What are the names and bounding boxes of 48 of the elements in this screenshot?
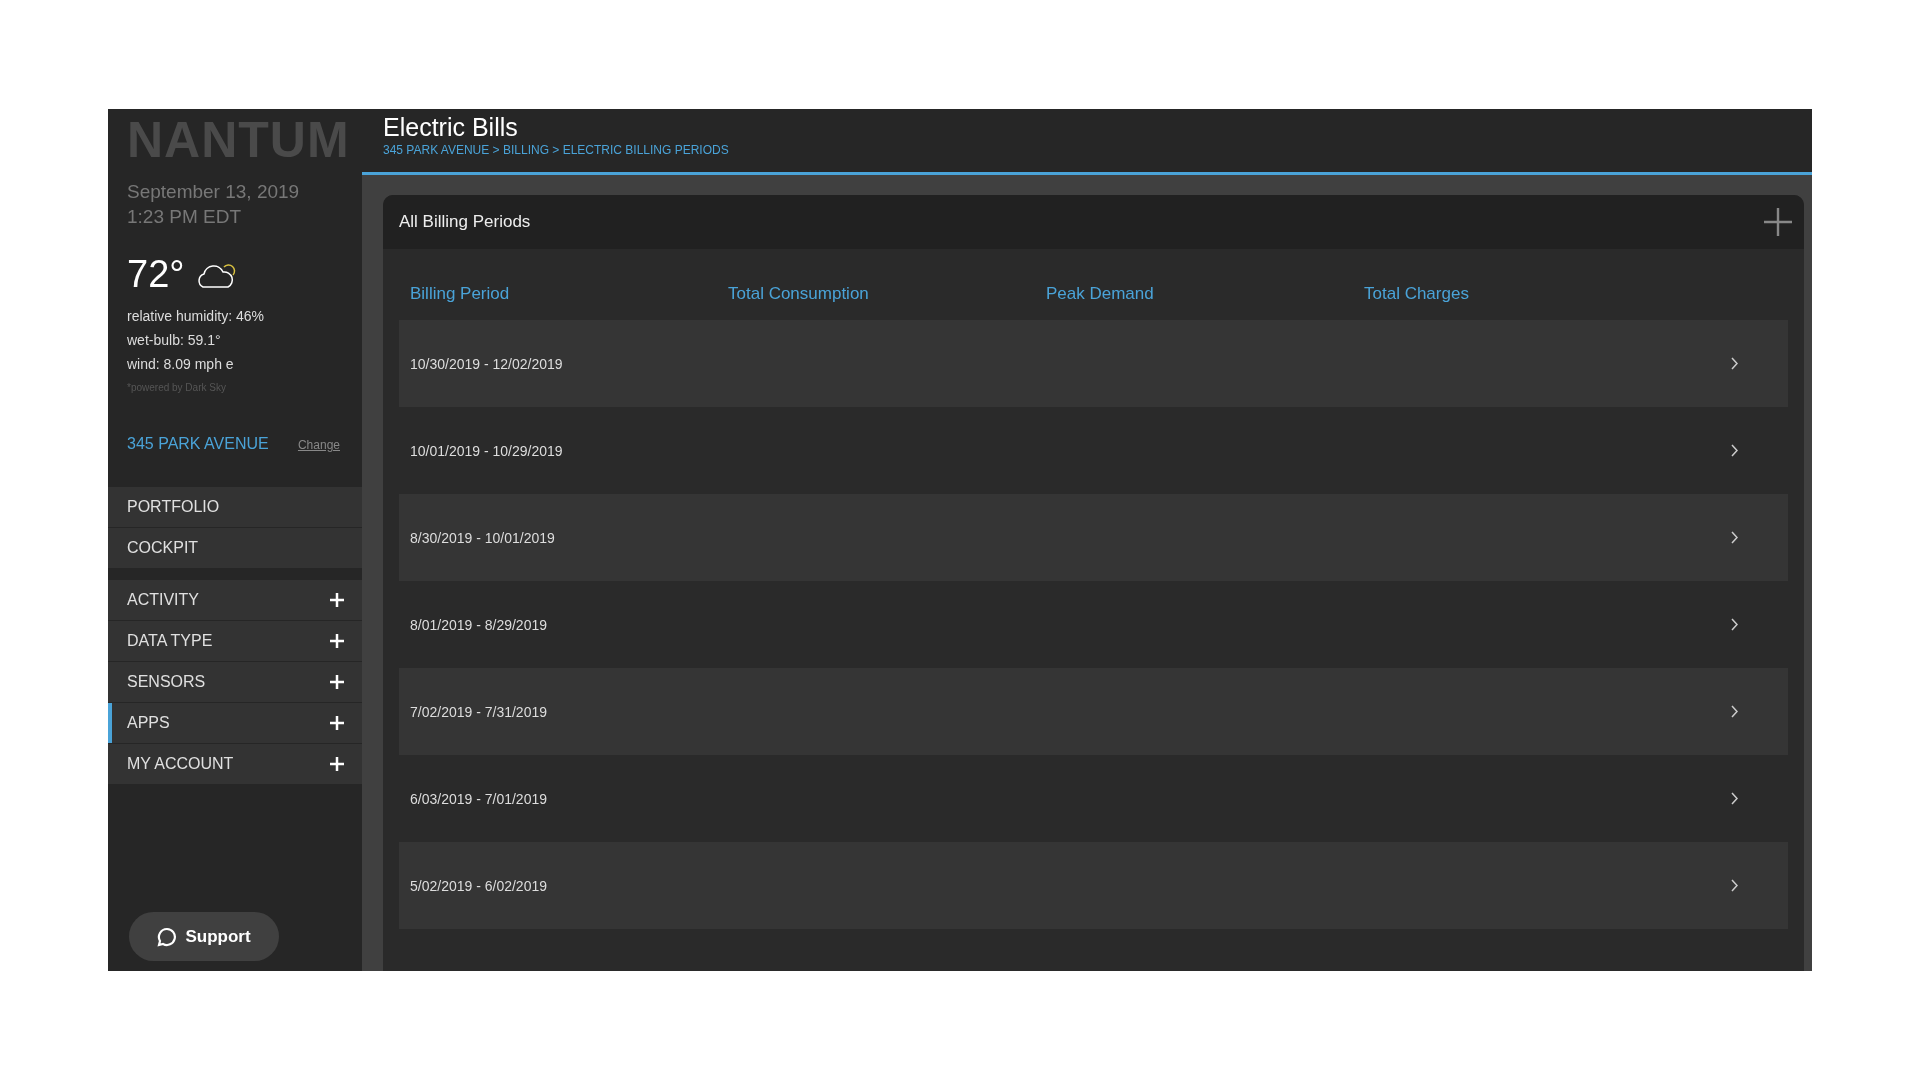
chevron-right-icon [1731,357,1738,370]
billing-row[interactable]: 7/02/2019 - 7/31/2019 [399,668,1788,755]
period-cell: 10/30/2019 - 12/02/2019 [410,355,563,372]
temperature: 72° [127,253,185,296]
expand-icon[interactable] [330,593,344,607]
weather-detail: relative humidity: 46% [126,307,265,326]
expand-icon[interactable] [330,675,344,689]
nav-item[interactable]: MY ACCOUNT [108,744,362,784]
support-button[interactable]: Support [129,912,279,961]
chat-bubble-icon [157,926,178,947]
change-link[interactable]: Change [297,438,340,452]
chevron-right-icon [1731,618,1738,631]
period-cell: 5/02/2019 - 6/02/2019 [410,877,547,894]
chevron-right-icon [1731,531,1738,544]
expand-icon[interactable] [330,757,344,771]
building-name: 345 PARK AVENUE [127,435,269,453]
breadcrumb: 345 PARK AVENUE > BILLING > ELECTRIC BILLING PERIODS [383,143,730,157]
period-cell: 6/03/2019 - 7/01/2019 [410,790,547,807]
nav-item[interactable]: SENSORS [108,662,362,702]
chevron-right-icon [1731,792,1738,805]
time: 1:23 PM EDT [126,205,243,229]
column-header[interactable]: Peak Demand [1046,284,1364,304]
chevron-right-icon [1731,879,1738,892]
add-icon[interactable] [1764,208,1792,236]
nav-item[interactable]: COCKPIT [108,528,362,568]
card-title: All Billing Periods [399,212,531,232]
billing-row[interactable]: 10/30/2019 - 12/02/2019 [399,320,1788,407]
weather-detail: wet-bulb: 59.1° [126,331,222,350]
weather-detail: wind: 8.09 mph e [126,355,235,374]
period-cell: 7/02/2019 - 7/31/2019 [410,703,547,720]
nav-item[interactable]: ACTIVITY [108,580,362,620]
nav-item[interactable]: PORTFOLIO [108,487,362,527]
period-cell: 8/01/2019 - 8/29/2019 [410,616,547,633]
column-header[interactable]: Total Consumption [728,284,1046,304]
billing-row[interactable]: 8/30/2019 - 10/01/2019 [399,494,1788,581]
period-cell: 10/01/2019 - 10/29/2019 [410,442,563,459]
billing-row[interactable]: 5/02/2019 - 6/02/2019 [399,842,1788,929]
page-title: Electric Bills [383,113,519,141]
chevron-right-icon [1731,705,1738,718]
period-cell: 8/30/2019 - 10/01/2019 [410,529,555,546]
nav-item[interactable]: DATA TYPE [108,621,362,661]
nav-item[interactable]: APPS [108,703,362,743]
column-header[interactable]: Billing Period [410,284,728,304]
column-header[interactable]: Total Charges [1364,284,1788,304]
expand-icon[interactable] [330,716,344,730]
chevron-right-icon [1731,444,1738,457]
expand-icon[interactable] [330,634,344,648]
date: September 13, 2019 [126,180,301,204]
